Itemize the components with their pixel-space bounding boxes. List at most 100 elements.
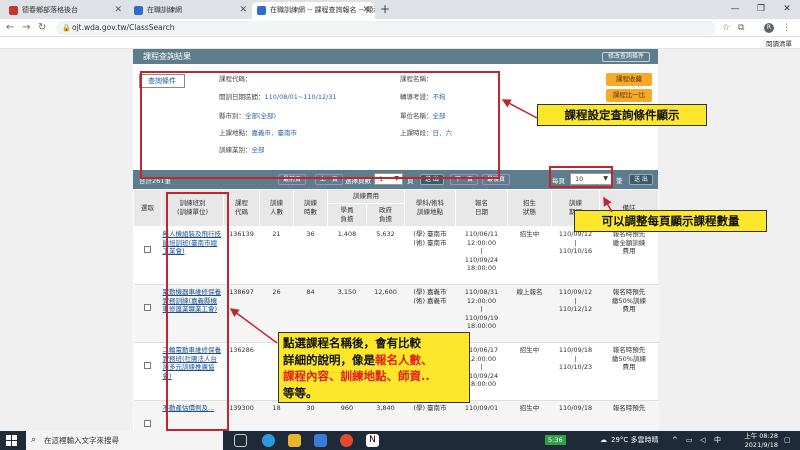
reading-list-button[interactable]: 閱讀清單 [766,38,792,48]
url-input[interactable]: 🔒 ojt.wda.gov.tw/ClassSearch [56,21,716,35]
select-cell [133,342,162,401]
weather-text[interactable]: 29°C 多雲時晴 [611,431,659,450]
status-cell: 招生中 [507,342,552,401]
collect-course-button[interactable]: 課程收藏 [606,73,652,86]
chrome-icon[interactable] [340,434,353,447]
status-cell: 招生中 [507,400,552,431]
status-cell: 招生中 [507,226,552,285]
browser-tab[interactable]: 在職訓練網 ✕ [129,2,252,19]
column-header: 訓練 人數 [259,189,294,227]
edge-icon[interactable] [262,434,275,447]
close-tab-icon[interactable]: ✕ [114,2,122,19]
column-header: 學員 負擔 [327,203,367,227]
browser-tab-bar: 德春鄉部落格後台 ✕ 在職訓練網 ✕ 在職訓練網 -- 課程查詢報名 -- 顯示… [0,0,800,19]
favicon-icon [9,6,18,15]
taskbar-search-input[interactable]: ⌕ 在這裡輸入文字來搜尋 [26,431,223,450]
per-page-callout: 可以調整每頁顯示課程數量 [574,210,767,232]
system-clock[interactable]: 上午 08:28 2021/9/18 [738,432,778,449]
store-icon[interactable] [314,434,327,447]
weather-icon[interactable]: ☁ [600,431,607,450]
ime-icon[interactable]: 中 [714,431,721,450]
note-cell: 報名時預先 [599,400,659,431]
back-icon[interactable]: ← [6,21,14,35]
gov-cell: 5,632 [366,226,405,285]
favicon-icon [257,6,266,15]
group-header: 訓練費用 [327,189,405,204]
detail-callout: 點選課程名稱後，會有比較 詳細的說明，像是報名人數、 課程內容、訓練地點、師資.… [278,332,470,403]
conditions-highlight-box [140,71,500,179]
browser-tab[interactable]: 德春鄉部落格後台 ✕ [4,2,127,19]
student-cell: 1,408 [327,226,367,285]
period-cell: 110/09/12 | 110/10/16 [551,226,600,285]
volume-icon[interactable]: ◁ [700,431,705,450]
column-header: 選取 [133,189,162,227]
avatar[interactable]: R [764,23,774,33]
row-checkbox[interactable] [144,246,151,253]
row-checkbox[interactable] [144,362,151,369]
address-bar-row: ← → ↻ 🔒 ojt.wda.gov.tw/ClassSearch ☆ ⧉ R… [0,19,800,37]
bookmarks-bar: 閱讀清單 [0,37,800,49]
gov-cell: 3,840 [366,400,405,431]
tray-chevron-icon[interactable]: ^ [672,431,678,450]
notifications-icon[interactable]: ▢ [784,431,791,450]
period-cell: 110/09/12 | 110/12/12 [551,284,600,343]
column-header: 學科/術科 訓練地點 [404,189,456,227]
column-header: 政府 負擔 [366,203,405,227]
forward-icon[interactable]: → [22,21,30,35]
page-title: 課程查詢結果 [143,52,191,61]
reload-icon[interactable]: ↻ [38,21,46,35]
close-tab-icon[interactable]: ✕ [239,2,247,19]
per-page-submit-button[interactable]: 送 出 [629,174,653,185]
note-cell: 報名時預先 繳50%訓練 費用 [599,342,659,401]
people-cell: 21 [259,226,294,285]
row-checkbox[interactable] [144,304,151,311]
language-indicator[interactable]: 5:36 [545,435,566,445]
lock-icon: 🔒 [62,24,71,32]
new-tab-icon[interactable]: + [380,2,390,17]
browser-tab-active[interactable]: 在職訓練網 -- 課程查詢報名 -- 顯示... ✕ [252,2,375,19]
compare-course-button[interactable]: 課程比一比 [606,89,652,102]
hours-cell: 30 [293,400,328,431]
network-icon[interactable]: ▭ [686,431,693,450]
taskbar: ⌕ 在這裡輸入文字來搜尋 N 5:36 ☁ 29°C 多雲時晴 ^ ▭ ◁ 中 … [0,431,800,450]
menu-icon[interactable]: ⋮ [782,21,791,35]
star-icon[interactable]: ☆ [722,21,730,35]
close-tab-icon[interactable]: ✕ [362,2,370,19]
per-page-suffix: 筆 [616,177,623,185]
column-header: 招生 狀態 [507,189,552,227]
column-header: 訓練 時數 [293,189,328,227]
minimize-icon[interactable]: — [722,0,748,19]
per-page-highlight-box [549,166,613,188]
period-cell: 110/09/18 [551,400,600,431]
note-cell: 報名時預先 繳全額訓練 費用 [599,226,659,285]
note-cell: 報名時預先 繳50%訓練 費用 [599,284,659,343]
place-cell: (學) 臺南市 (術) 臺南市 [404,226,456,285]
course-name-highlight-box [166,192,229,431]
select-cell [133,226,162,285]
maximize-icon[interactable]: ❐ [748,0,774,19]
favicon-icon [134,6,143,15]
place-cell: (學) 臺南市 [404,400,456,431]
select-cell [133,284,162,343]
hours-cell: 36 [293,226,328,285]
results-header: 課程查詢結果 修改查詢條件 [133,49,658,64]
extensions-icon[interactable]: ⧉ [738,21,744,35]
student-cell: 960 [327,400,367,431]
modify-search-button[interactable]: 修改查詢條件 [601,52,650,62]
signup-cell: 110/06/11 12:00:00 | 110/09/24 18:00:00 [455,226,508,285]
file-explorer-icon[interactable] [288,434,301,447]
column-header: 報名 日期 [455,189,508,227]
search-icon: ⌕ [31,435,37,445]
status-cell: 線上報名 [507,284,552,343]
select-cell [133,400,162,431]
page: 課程查詢結果 修改查詢條件 查詢條件 課程代碼： 開訓日期區間：110/08/0… [0,49,800,431]
notion-icon[interactable]: N [366,434,379,447]
signup-cell: 110/09/01 [455,400,508,431]
row-checkbox[interactable] [144,420,151,427]
windows-start-icon[interactable] [6,435,17,446]
people-cell: 18 [259,400,294,431]
close-window-icon[interactable]: ✕ [774,0,800,19]
period-cell: 110/09/18 | 110/10/23 [551,342,600,401]
task-view-icon[interactable] [234,434,247,447]
conditions-callout: 課程設定查詢條件顯示 [537,104,707,126]
